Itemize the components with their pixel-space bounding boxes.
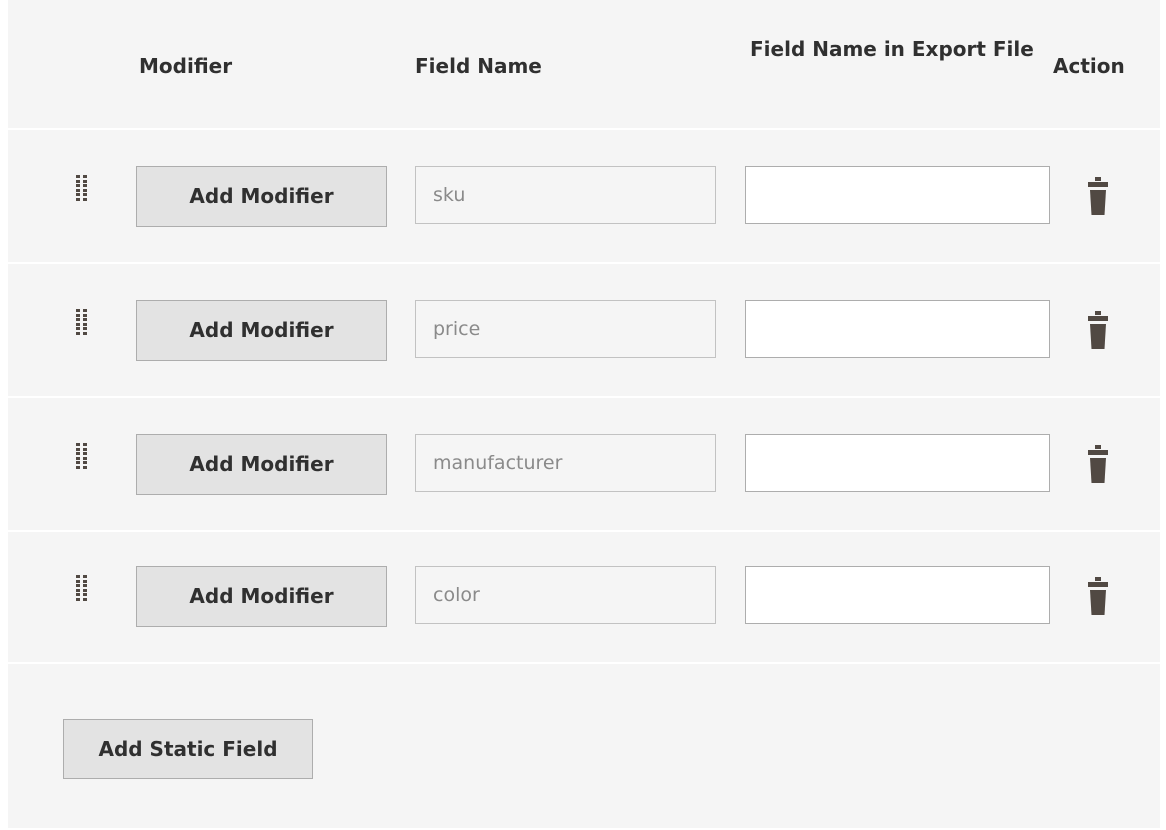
add-modifier-button[interactable]: Add Modifier <box>136 566 387 627</box>
export-field-name-input[interactable] <box>745 300 1050 358</box>
table-header: Modifier Field Name Field Name in Export… <box>8 0 1160 130</box>
add-modifier-button[interactable]: Add Modifier <box>136 166 387 227</box>
column-header-modifier: Modifier <box>139 54 233 78</box>
field-mapping-panel: Modifier Field Name Field Name in Export… <box>8 0 1160 828</box>
drag-handle-icon[interactable] <box>76 309 87 335</box>
field-name-value: sku <box>415 166 716 224</box>
add-static-field-button[interactable]: Add Static Field <box>63 719 313 779</box>
trash-icon[interactable] <box>1087 577 1109 615</box>
field-name-value: color <box>415 566 716 624</box>
column-header-field-name: Field Name <box>415 54 542 78</box>
table-row: Add Modifier color <box>8 530 1160 664</box>
export-field-name-input[interactable] <box>745 166 1050 224</box>
trash-icon[interactable] <box>1087 177 1109 215</box>
export-field-name-input[interactable] <box>745 566 1050 624</box>
drag-handle-icon[interactable] <box>76 175 87 201</box>
table-row: Add Modifier manufacturer <box>8 398 1160 532</box>
field-name-value: price <box>415 300 716 358</box>
drag-handle-icon[interactable] <box>76 575 87 601</box>
add-modifier-button[interactable]: Add Modifier <box>136 434 387 495</box>
export-field-name-input[interactable] <box>745 434 1050 492</box>
field-name-value: manufacturer <box>415 434 716 492</box>
table-row: Add Modifier price <box>8 264 1160 398</box>
trash-icon[interactable] <box>1087 311 1109 349</box>
drag-handle-icon[interactable] <box>76 443 87 469</box>
trash-icon[interactable] <box>1087 445 1109 483</box>
column-header-export-name: Field Name in Export File <box>750 37 1034 61</box>
add-modifier-button[interactable]: Add Modifier <box>136 300 387 361</box>
table-row: Add Modifier sku <box>8 130 1160 264</box>
column-header-action: Action <box>1053 54 1125 78</box>
